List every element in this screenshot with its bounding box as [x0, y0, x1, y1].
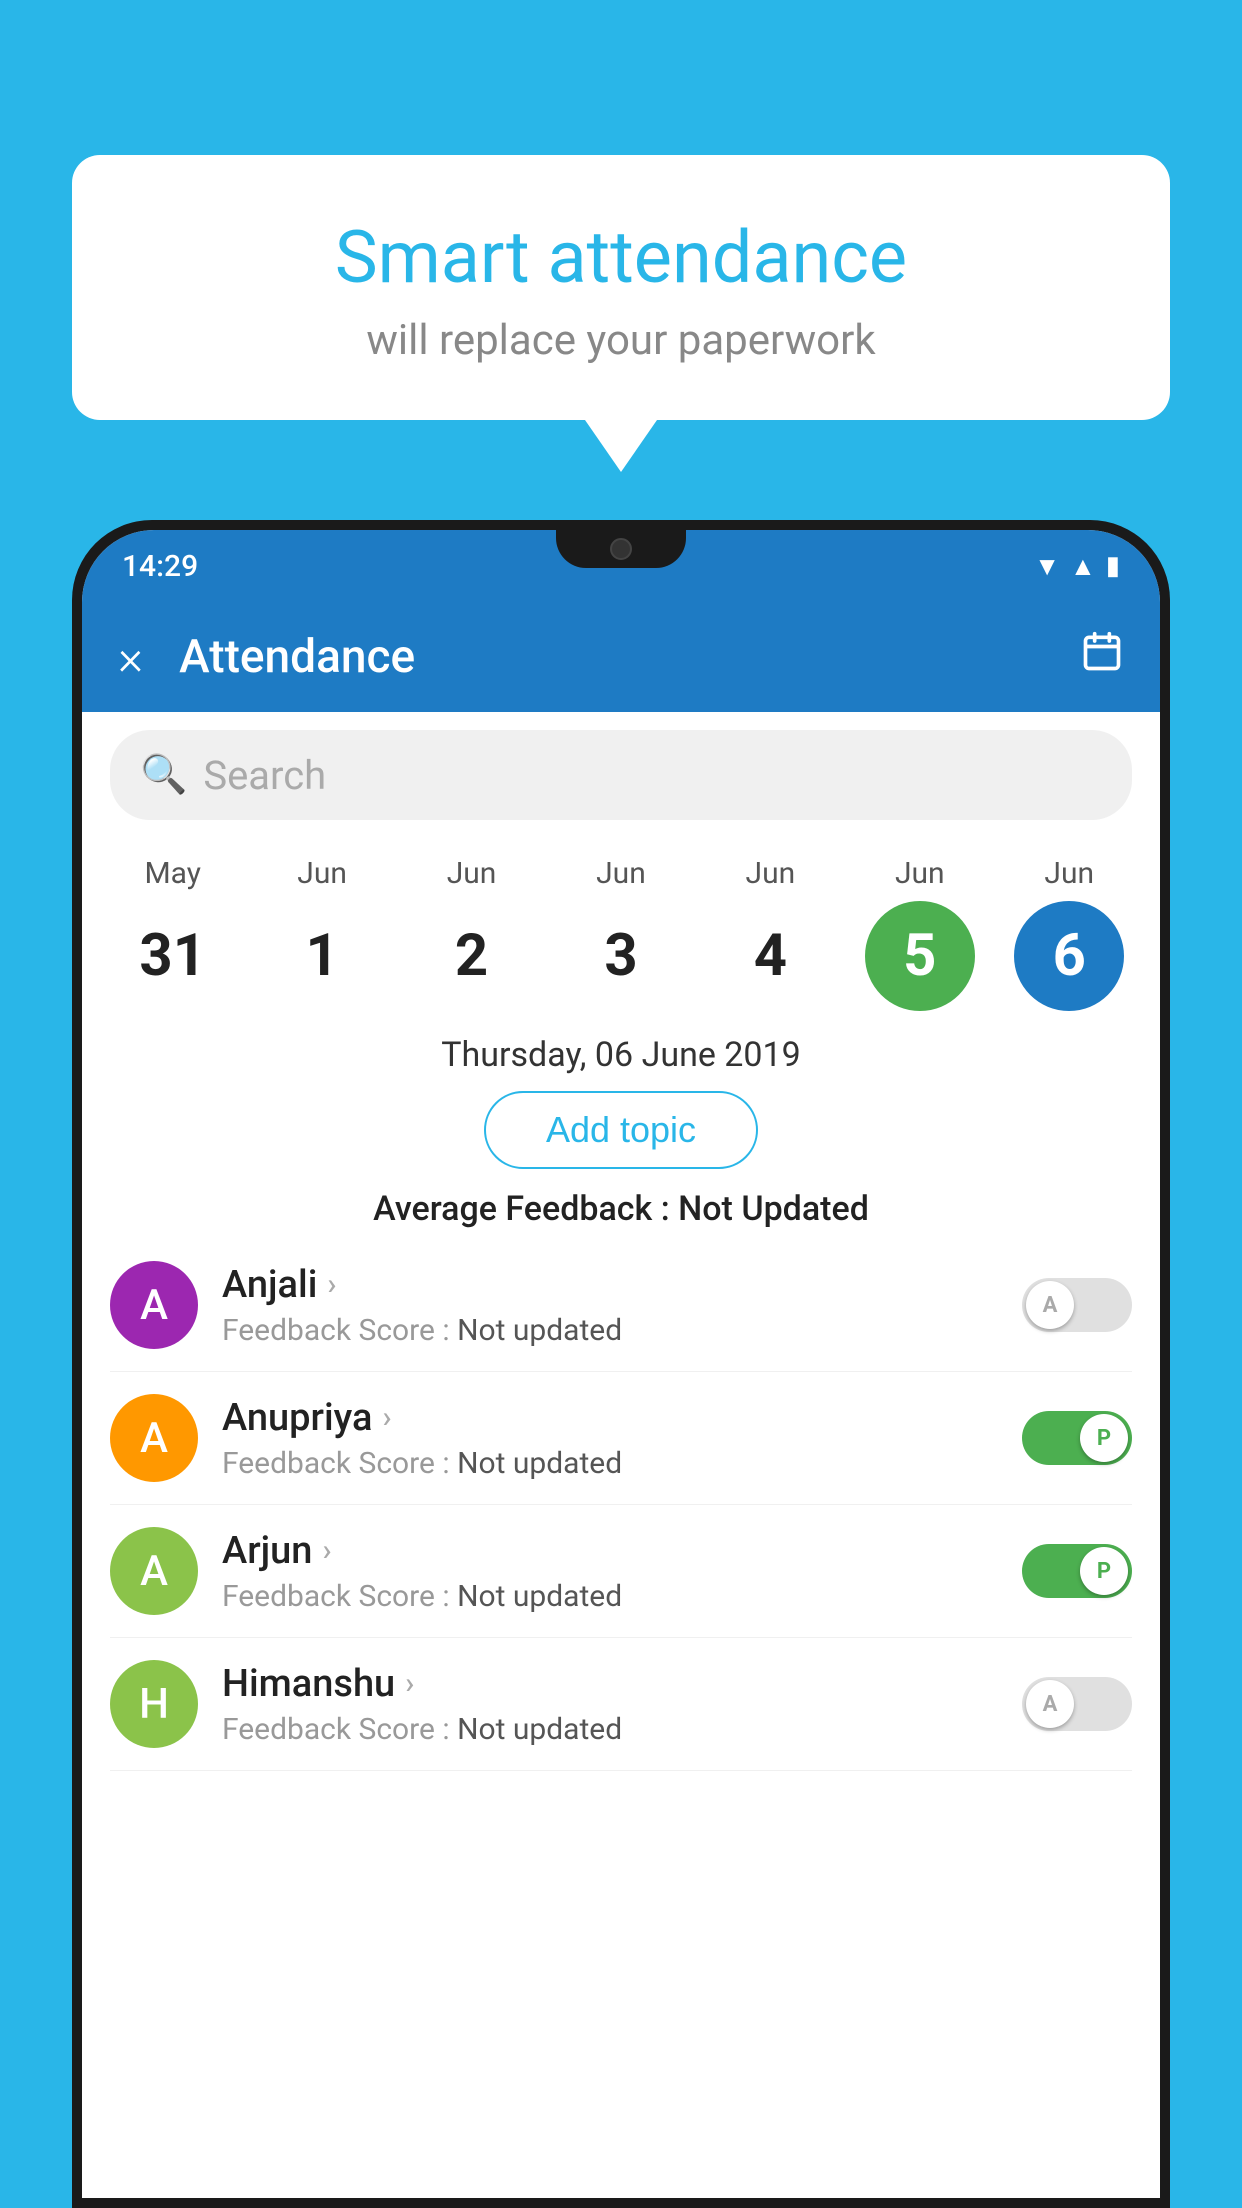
cal-month-label: Jun [596, 856, 646, 891]
toggle-bg: A [1022, 1278, 1132, 1332]
avg-feedback: Average Feedback : Not Updated [82, 1169, 1160, 1239]
cal-date-number: 31 [118, 901, 228, 1011]
toggle-bg: P [1022, 1544, 1132, 1598]
status-bar: 14:29 ▼ ▲ ▮ [82, 530, 1160, 602]
calendar-icon[interactable] [1080, 630, 1124, 685]
student-info: Anupriya › Feedback Score : Not updated [222, 1396, 1022, 1481]
phone-notch [556, 530, 686, 568]
close-button[interactable]: × [118, 629, 143, 686]
cal-date-number: 5 [865, 901, 975, 1011]
student-item[interactable]: A Anupriya › Feedback Score : Not updated P [110, 1372, 1132, 1505]
calendar-day[interactable]: Jun 6 [1004, 856, 1134, 1011]
cal-month-label: May [144, 856, 200, 891]
phone-screen: 14:29 ▼ ▲ ▮ × Attendance 🔍 Se [82, 530, 1160, 2198]
student-item[interactable]: A Arjun › Feedback Score : Not updated P [110, 1505, 1132, 1638]
speech-bubble: Smart attendance will replace your paper… [72, 155, 1170, 420]
chevron-icon: › [322, 1533, 331, 1568]
phone-frame: 14:29 ▼ ▲ ▮ × Attendance 🔍 Se [72, 520, 1170, 2208]
status-icons: ▼ ▲ ▮ [1034, 551, 1120, 582]
student-avatar: A [110, 1394, 198, 1482]
student-name: Anjali › [222, 1263, 1022, 1307]
calendar-day[interactable]: Jun 4 [705, 856, 835, 1011]
score-value: Not updated [457, 1446, 622, 1481]
screen-title: Attendance [179, 630, 1080, 684]
score-value: Not updated [457, 1712, 622, 1747]
attendance-toggle[interactable]: A [1022, 1278, 1132, 1332]
cal-month-label: Jun [895, 856, 945, 891]
chevron-icon: › [405, 1666, 414, 1701]
cal-date-number: 2 [417, 901, 527, 1011]
cal-month-label: Jun [447, 856, 497, 891]
calendar-row: May 31 Jun 1 Jun 2 Jun 3 Jun 4 Jun 5 Jun 6 [82, 838, 1160, 1011]
calendar-day[interactable]: Jun 5 [855, 856, 985, 1011]
student-score: Feedback Score : Not updated [222, 1446, 1022, 1481]
student-avatar: H [110, 1660, 198, 1748]
status-time: 14:29 [122, 549, 198, 584]
app-tagline-title: Smart attendance [122, 215, 1120, 300]
app-toolbar: × Attendance [82, 602, 1160, 712]
toggle-bg: A [1022, 1677, 1132, 1731]
cal-month-label: Jun [1044, 856, 1094, 891]
student-score: Feedback Score : Not updated [222, 1712, 1022, 1747]
toggle-bg: P [1022, 1411, 1132, 1465]
avg-feedback-label: Average Feedback : [373, 1189, 670, 1229]
selected-date-label: Thursday, 06 June 2019 [82, 1011, 1160, 1091]
avg-feedback-value: Not Updated [678, 1189, 869, 1229]
student-name: Himanshu › [222, 1662, 1022, 1706]
cal-date-number: 3 [566, 901, 676, 1011]
calendar-day[interactable]: Jun 2 [407, 856, 537, 1011]
attendance-toggle[interactable]: P [1022, 1411, 1132, 1465]
score-value: Not updated [457, 1313, 622, 1348]
attendance-toggle[interactable]: A [1022, 1677, 1132, 1731]
student-avatar: A [110, 1527, 198, 1615]
student-list: AAnjali ›Feedback Score : Not updatedAAA… [82, 1239, 1160, 1771]
cal-date-number: 6 [1014, 901, 1124, 1011]
chevron-icon: › [327, 1267, 336, 1302]
toggle-knob: P [1080, 1414, 1128, 1462]
calendar-day[interactable]: May 31 [108, 856, 238, 1011]
student-name: Arjun › [222, 1529, 1022, 1573]
cal-month-label: Jun [746, 856, 796, 891]
toggle-knob: P [1080, 1547, 1128, 1595]
student-info: Himanshu › Feedback Score : Not updated [222, 1662, 1022, 1747]
student-info: Anjali › Feedback Score : Not updated [222, 1263, 1022, 1348]
search-bar[interactable]: 🔍 Search [110, 730, 1132, 820]
toggle-knob: A [1026, 1680, 1074, 1728]
student-name: Anupriya › [222, 1396, 1022, 1440]
search-icon: 🔍 [140, 753, 187, 797]
calendar-day[interactable]: Jun 1 [257, 856, 387, 1011]
score-value: Not updated [457, 1579, 622, 1614]
student-avatar: A [110, 1261, 198, 1349]
attendance-toggle[interactable]: P [1022, 1544, 1132, 1598]
toggle-knob: A [1026, 1281, 1074, 1329]
student-item[interactable]: H Himanshu › Feedback Score : Not updatedA [110, 1638, 1132, 1771]
camera [610, 538, 632, 560]
student-score: Feedback Score : Not updated [222, 1579, 1022, 1614]
search-placeholder: Search [203, 752, 326, 799]
battery-icon: ▮ [1106, 551, 1120, 581]
signal-icon: ▲ [1070, 551, 1096, 582]
student-item[interactable]: AAnjali ›Feedback Score : Not updatedA [110, 1239, 1132, 1372]
chevron-icon: › [382, 1400, 391, 1435]
add-topic-button[interactable]: Add topic [484, 1091, 758, 1169]
student-info: Arjun › Feedback Score : Not updated [222, 1529, 1022, 1614]
cal-date-number: 4 [715, 901, 825, 1011]
wifi-icon: ▼ [1034, 551, 1060, 582]
calendar-day[interactable]: Jun 3 [556, 856, 686, 1011]
student-score: Feedback Score : Not updated [222, 1313, 1022, 1348]
cal-date-number: 1 [267, 901, 377, 1011]
app-tagline-subtitle: will replace your paperwork [122, 316, 1120, 365]
cal-month-label: Jun [297, 856, 347, 891]
